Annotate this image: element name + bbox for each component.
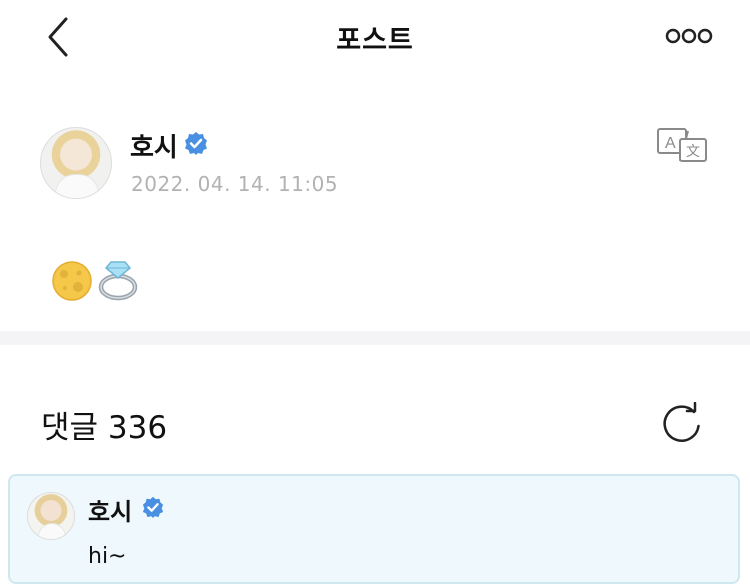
post-content (51, 256, 151, 302)
comments-count-title: 댓글 336 (41, 410, 168, 446)
svg-text:文: 文 (686, 144, 700, 160)
page-title: 포스트 (336, 25, 414, 56)
translate-button[interactable]: A 文 (656, 127, 708, 163)
translate-icon: A 文 (657, 128, 707, 162)
more-horizontal-icon (665, 28, 713, 44)
section-divider (0, 331, 750, 345)
comment-text: hi~ (88, 544, 127, 569)
author-name[interactable]: 호시 (130, 127, 178, 164)
refresh-icon (663, 401, 700, 442)
comment-author-avatar[interactable] (27, 492, 75, 540)
verified-badge-icon (184, 131, 208, 155)
comment-author-name[interactable]: 호시 (88, 492, 132, 527)
verified-badge-icon (142, 496, 164, 518)
more-button[interactable] (662, 22, 718, 50)
refresh-button[interactable] (661, 401, 703, 444)
author-avatar[interactable] (40, 127, 112, 199)
svg-text:A: A (665, 135, 676, 152)
post-date: 2022. 04. 14. 11:05 (131, 172, 339, 196)
full-moon-emoji (52, 261, 92, 301)
ring-emoji (98, 261, 138, 301)
